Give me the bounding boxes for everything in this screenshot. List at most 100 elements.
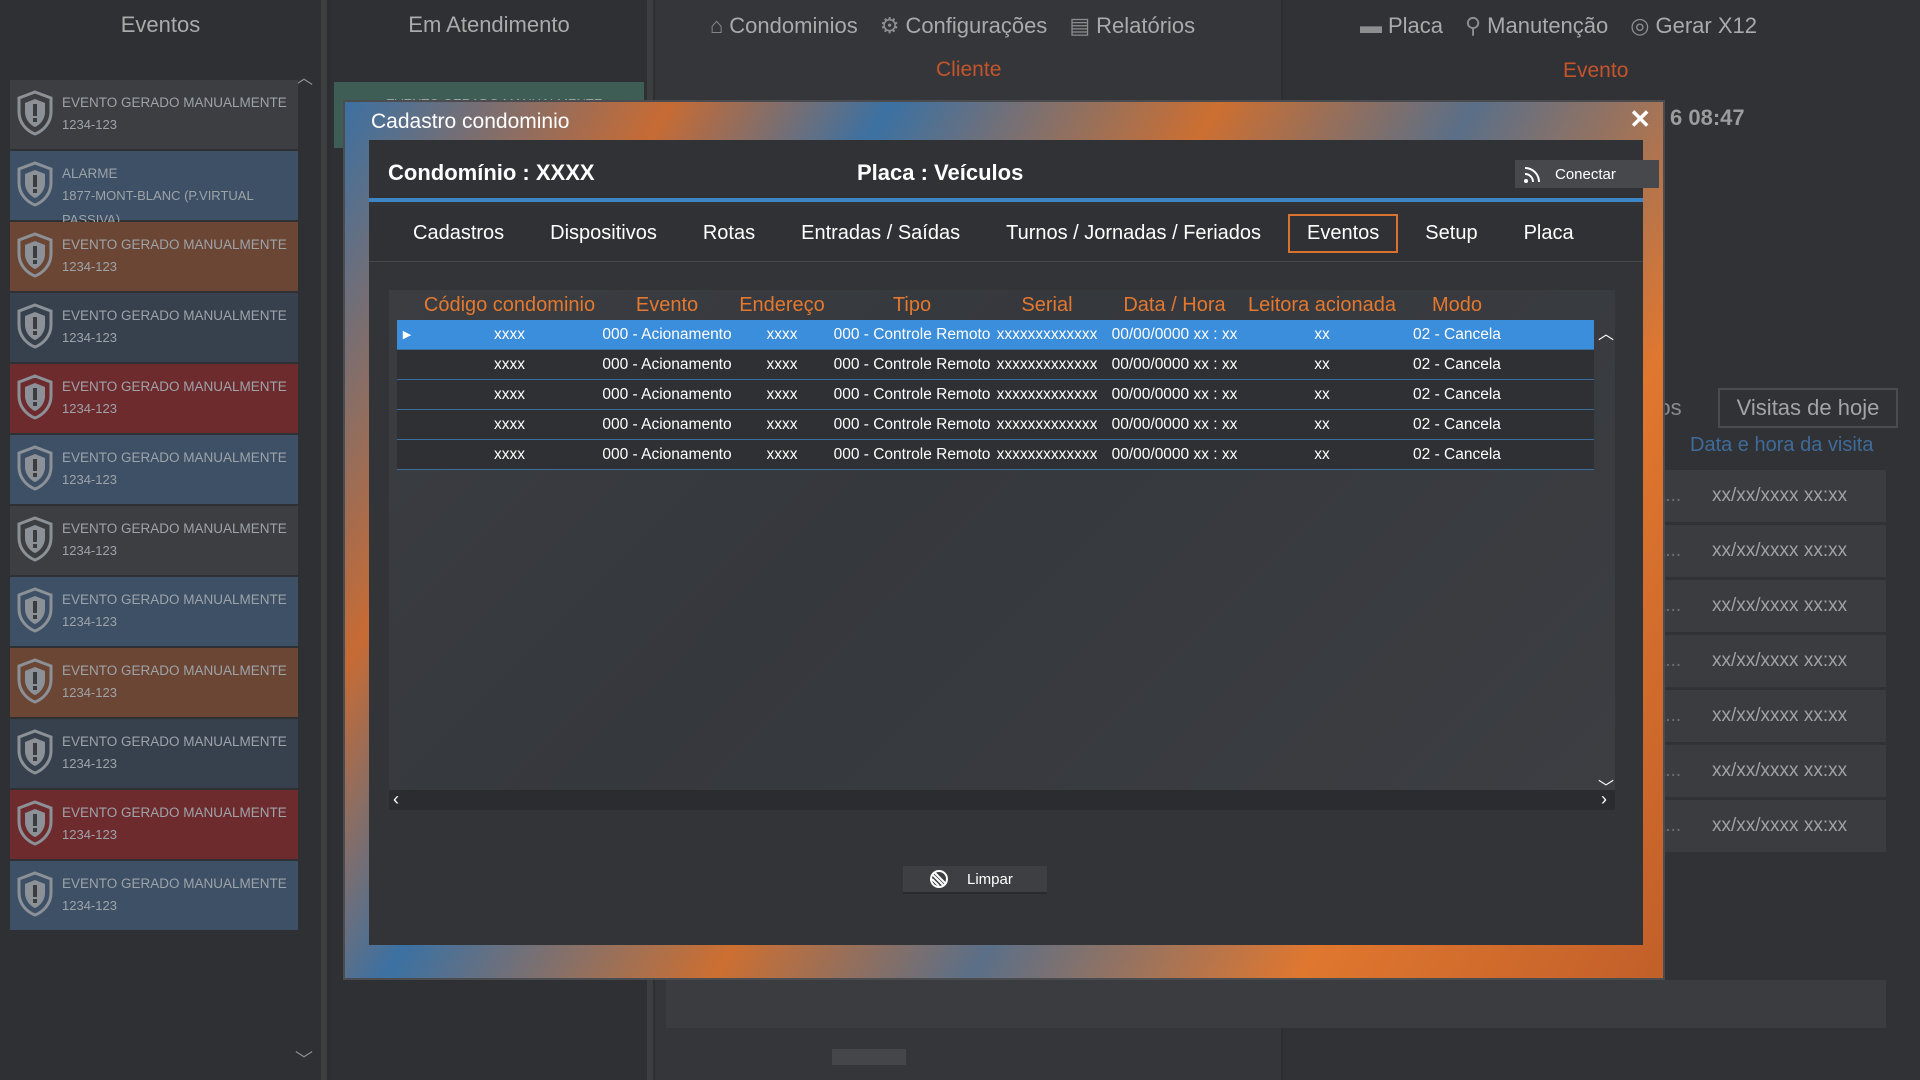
- shield-icon: [17, 800, 53, 846]
- event-item[interactable]: EVENTO GERADO MANUALMENTE 1234-123: [10, 222, 298, 291]
- event-title: EVENTO GERADO MANUALMENTE: [62, 592, 287, 607]
- table-cell: 02 - Cancela: [1413, 325, 1501, 343]
- table-row[interactable]: xxxx 000 - Acionamento xxxx 000 - Controle …: [397, 380, 1594, 410]
- nav-label: Manutenção: [1487, 13, 1609, 38]
- table-cell: 000 - Controle Remoto: [833, 385, 991, 403]
- table-cell: xxxx: [766, 385, 798, 403]
- limpar-button[interactable]: Limpar: [903, 866, 1047, 894]
- scroll-left-icon[interactable]: ‹: [393, 789, 399, 810]
- eventos-scroll-down-icon[interactable]: ﹀: [295, 1046, 313, 1072]
- eventos-table: Código condominio Evento Endereço Tipo Seria…: [389, 290, 1615, 810]
- event-item[interactable]: EVENTO GERADO MANUALMENTE 1234-123: [10, 790, 298, 859]
- table-row[interactable]: ▶ xxxx 000 - Acionamento xxxx 000 - Controle…: [397, 320, 1594, 350]
- table-cell: xxxx: [494, 415, 525, 433]
- nav-gerar-x12[interactable]: ◎ Gerar X12: [1630, 13, 1757, 39]
- cliente-label: Cliente: [936, 58, 1002, 81]
- visit-row[interactable]: pla...xx/xx/xxxx xx:xx: [1640, 745, 1886, 797]
- dialog-header: Condomínio : XXXX Placa : Veículos Conec…: [369, 140, 1659, 202]
- nav-label: Gerar X12: [1655, 13, 1757, 38]
- column-header[interactable]: Evento: [602, 294, 732, 317]
- top-nav-left: ⌂ Condominios ⚙ Configurações ▤ Relatórios: [710, 0, 1217, 52]
- center-bottom-area: [666, 980, 1886, 1028]
- table-cell: 02 - Cancela: [1413, 415, 1501, 433]
- table-row[interactable]: xxxx 000 - Acionamento xxxx 000 - Controle …: [397, 350, 1594, 380]
- table-cell: 000 - Acionamento: [602, 325, 732, 343]
- home-icon: ⌂: [710, 13, 724, 38]
- column-header[interactable]: Modo: [1397, 294, 1517, 317]
- top-nav-right: ▬ Placa ⚲ Manutenção ◎ Gerar X12: [1360, 0, 1779, 52]
- tab-setup[interactable]: Setup: [1406, 214, 1496, 253]
- column-header[interactable]: Data / Hora: [1102, 294, 1247, 317]
- nav-configura-es[interactable]: ⚙ Configurações: [880, 13, 1048, 39]
- visit-row[interactable]: pla...xx/xx/xxxx xx:xx: [1640, 800, 1886, 852]
- visit-datetime: xx/xx/xxxx xx:xx: [1712, 650, 1848, 671]
- tab-visitas-de-hoje[interactable]: Visitas de hoje: [1718, 388, 1898, 428]
- table-cell: 00/00/0000 xx : xx: [1111, 325, 1238, 343]
- nav-manuten-o[interactable]: ⚲ Manutenção: [1465, 13, 1608, 39]
- visit-datetime: xx/xx/xxxx xx:xx: [1712, 815, 1848, 836]
- scroll-right-icon[interactable]: ›: [1601, 789, 1607, 810]
- table-cell: xxxxxxxxxxxxx: [996, 445, 1098, 463]
- event-item[interactable]: ALARME 1877-MONT-BLANC (P.VIRTUAL PASSIVA…: [10, 151, 298, 227]
- table-cell: xxxx: [766, 355, 798, 373]
- visit-datetime-header: Data e hora da visita: [1690, 434, 1874, 456]
- tab-turnos-jornadas-feriados[interactable]: Turnos / Jornadas / Feriados: [987, 214, 1280, 253]
- nav-condominios[interactable]: ⌂ Condominios: [710, 13, 858, 39]
- visit-row[interactable]: pla...xx/xx/xxxx xx:xx: [1640, 525, 1886, 577]
- event-item[interactable]: EVENTO GERADO MANUALMENTE 1234-123: [10, 861, 298, 930]
- event-item[interactable]: EVENTO GERADO MANUALMENTE 1234-123: [10, 719, 298, 788]
- tab-cadastros[interactable]: Cadastros: [394, 214, 523, 253]
- event-item[interactable]: EVENTO GERADO MANUALMENTE 1234-123: [10, 648, 298, 717]
- event-item[interactable]: EVENTO GERADO MANUALMENTE 1234-123: [10, 364, 298, 433]
- tab-placa[interactable]: Placa: [1505, 214, 1593, 253]
- tab-dispositivos[interactable]: Dispositivos: [531, 214, 676, 253]
- column-header[interactable]: Código condominio: [417, 294, 602, 317]
- column-header[interactable]: Serial: [992, 294, 1102, 317]
- center-hscroll-thumb[interactable]: [832, 1049, 906, 1065]
- event-item[interactable]: EVENTO GERADO MANUALMENTE 1234-123: [10, 506, 298, 575]
- column-header[interactable]: Tipo: [832, 294, 992, 317]
- table-hscroll[interactable]: ‹ ›: [389, 789, 1615, 810]
- column-header[interactable]: Leitora acionada: [1247, 294, 1397, 317]
- shield-icon: [17, 445, 53, 491]
- visit-row[interactable]: pla...xx/xx/xxxx xx:xx: [1640, 635, 1886, 687]
- table-row[interactable]: xxxx 000 - Acionamento xxxx 000 - Controle …: [397, 440, 1594, 470]
- column-header[interactable]: Endereço: [732, 294, 832, 317]
- table-cell: 000 - Controle Remoto: [833, 445, 991, 463]
- conectar-button[interactable]: Conectar: [1515, 160, 1659, 188]
- table-row[interactable]: xxxx 000 - Acionamento xxxx 000 - Controle …: [397, 410, 1594, 440]
- tab-eventos[interactable]: Eventos: [1288, 214, 1399, 253]
- nav-relat-rios[interactable]: ▤ Relatórios: [1069, 13, 1195, 39]
- table-vscroll[interactable]: ︿ ﹀: [1597, 320, 1615, 797]
- event-item[interactable]: EVENTO GERADO MANUALMENTE 1234-123: [10, 80, 298, 149]
- condominio-label: Condomínio : XXXX: [388, 160, 595, 185]
- table-cell: 00/00/0000 xx : xx: [1111, 445, 1238, 463]
- event-title: ALARME: [62, 166, 118, 181]
- visit-row[interactable]: pla...xx/xx/xxxx xx:xx: [1640, 470, 1886, 522]
- event-item[interactable]: EVENTO GERADO MANUALMENTE 1234-123: [10, 435, 298, 504]
- event-title: EVENTO GERADO MANUALMENTE: [62, 734, 287, 749]
- clear-icon: [930, 870, 948, 888]
- event-item[interactable]: EVENTO GERADO MANUALMENTE 1234-123: [10, 293, 298, 362]
- event-title: EVENTO GERADO MANUALMENTE: [62, 95, 287, 110]
- event-item[interactable]: EVENTO GERADO MANUALMENTE 1234-123: [10, 577, 298, 646]
- table-body: ▶ xxxx 000 - Acionamento xxxx 000 - Controle…: [397, 320, 1594, 470]
- visit-row[interactable]: pla...xx/xx/xxxx xx:xx: [1640, 690, 1886, 742]
- table-cell: 00/00/0000 xx : xx: [1111, 385, 1238, 403]
- tab-rotas[interactable]: Rotas: [684, 214, 774, 253]
- table-cell: xxxxxxxxxxxxx: [996, 325, 1098, 343]
- eventos-title: Eventos: [120, 12, 201, 37]
- event-code: 1234-123: [62, 401, 117, 416]
- table-cell: 000 - Controle Remoto: [833, 355, 991, 373]
- table-cell: xxxxxxxxxxxxx: [996, 355, 1098, 373]
- dialog-title: Cadastro condominio: [371, 110, 570, 133]
- table-cell: xxxx: [494, 385, 525, 403]
- eventos-column: Eventos ︿ ﹀ EVENTO GERADO MANUALMENTE 123…: [0, 0, 327, 1080]
- tab-entradas-saidas[interactable]: Entradas / Saídas: [782, 214, 979, 253]
- table-cell: 000 - Acionamento: [602, 385, 732, 403]
- event-code: 1234-123: [62, 330, 117, 345]
- nav-placa[interactable]: ▬ Placa: [1360, 13, 1443, 39]
- close-icon[interactable]: ✕: [1629, 104, 1651, 135]
- visit-row[interactable]: pla...xx/xx/xxxx xx:xx: [1640, 580, 1886, 632]
- scroll-up-icon[interactable]: ︿: [1597, 320, 1615, 343]
